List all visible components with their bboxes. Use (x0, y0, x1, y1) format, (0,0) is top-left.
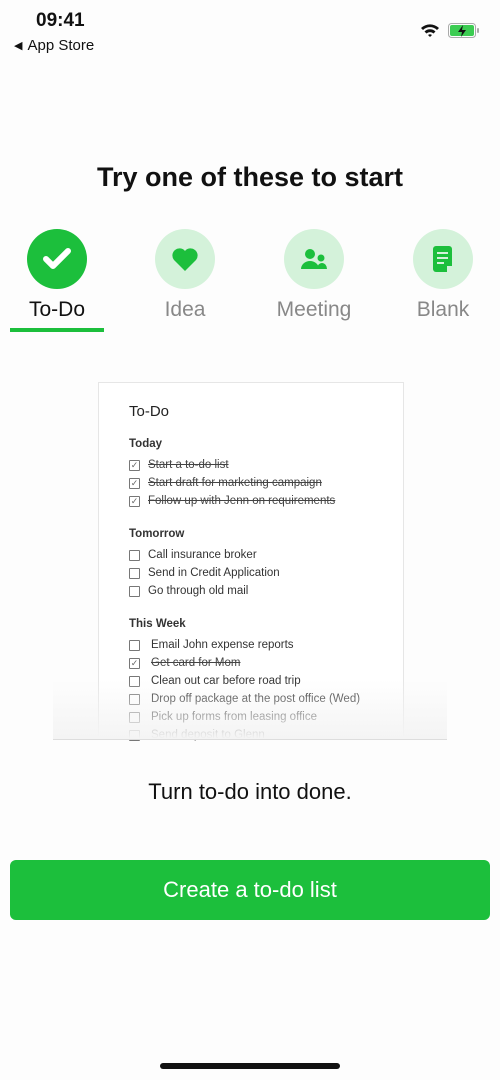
preview-list-item: ✓ Start draft for marketing campaign (129, 474, 403, 492)
checked-checkbox-icon: ✓ (129, 477, 140, 489)
home-indicator[interactable] (160, 1063, 340, 1069)
preview-item-text: Call insurance broker (148, 549, 257, 561)
checked-checkbox-icon: ✓ (129, 459, 140, 471)
battery-charging-icon (448, 23, 479, 38)
active-tab-indicator (10, 328, 104, 332)
checked-checkbox-icon: ✓ (129, 495, 140, 507)
checked-checkbox-icon: ✓ (129, 657, 140, 669)
template-label: Blank (416, 298, 470, 321)
preview-list-item: Send in Credit Application (129, 564, 403, 582)
people-icon (301, 249, 327, 269)
preview-list-item: Email John expense reports (129, 636, 403, 654)
preview-item-text: Start draft for marketing campaign (148, 477, 322, 489)
preview-title: To-Do (129, 403, 170, 420)
checkbox-icon (129, 567, 140, 579)
preview-section-heading: This Week (129, 618, 186, 630)
page-title: Try one of these to start (96, 162, 404, 192)
preview-item-text: Get card for Mom (151, 657, 241, 669)
preview-section-heading: Tomorrow (129, 528, 185, 540)
back-label: App Store (27, 37, 95, 54)
template-tab-meeting[interactable]: Meeting (254, 229, 374, 322)
preview-list-item: ✓ Follow up with Jenn on requirements (129, 492, 403, 510)
preview-fade (53, 680, 447, 740)
template-label: To-Do (28, 298, 86, 321)
preview-list-item: Go through old mail (129, 582, 403, 600)
heart-icon (172, 248, 198, 271)
template-tab-blank[interactable]: Blank (383, 229, 500, 322)
preview-section-heading: Today (129, 438, 163, 450)
wifi-icon (421, 24, 439, 37)
template-label: Meeting (276, 298, 352, 321)
checkbox-icon (129, 549, 140, 561)
preview-list-item: Call insurance broker (129, 546, 403, 564)
preview-item-text: Start a to-do list (148, 459, 229, 471)
preview-item-text: Email John expense reports (151, 639, 294, 651)
template-tab-idea[interactable]: Idea (125, 229, 245, 322)
checkbox-icon (129, 585, 140, 597)
template-tab-todo[interactable]: To-Do (0, 229, 117, 322)
checkbox-icon (129, 639, 140, 651)
preview-item-text: Go through old mail (148, 585, 249, 597)
template-label: Idea (164, 298, 206, 321)
preview-item-text: Send in Credit Application (148, 567, 280, 579)
tagline: Turn to-do into done. (148, 779, 352, 804)
preview-item-text: Follow up with Jenn on requirements (148, 495, 336, 507)
document-icon (433, 246, 452, 272)
preview-list-item: ✓ Get card for Mom (129, 654, 403, 672)
back-triangle-icon: ◀ (14, 40, 23, 52)
preview-list-item: ✓ Start a to-do list (129, 456, 403, 474)
checkmark-icon (43, 248, 71, 269)
create-todo-list-button[interactable]: Create a to-do list (10, 860, 490, 920)
status-time: 09:41 (36, 10, 85, 31)
back-to-app-store[interactable]: ◀ App Store (14, 37, 94, 54)
